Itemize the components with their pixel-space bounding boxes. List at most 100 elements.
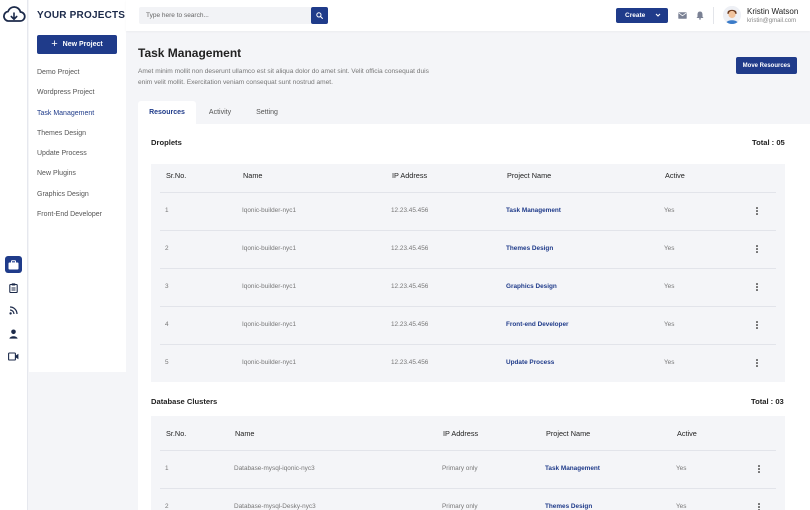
more-options-icon[interactable] [755,283,759,291]
row-project-link[interactable]: Front-end Developer [506,321,569,328]
row-divider [160,488,776,489]
more-options-icon[interactable] [755,245,759,253]
clipboard-icon[interactable] [5,279,22,296]
sidebar-item-update-process[interactable]: Update Process [37,150,87,157]
clusters-total: Total : 03 [751,397,784,406]
create-label: Create [625,12,646,19]
bell-icon[interactable] [695,10,705,20]
search-box [139,7,328,24]
row-project-link[interactable]: Update Process [506,359,554,366]
more-options-icon[interactable] [757,465,761,473]
row-ip: Primary only [442,503,478,510]
row-divider [160,230,776,231]
row-active: Yes [676,503,687,510]
sidebar-item-new-plugins[interactable]: New Plugins [37,170,76,177]
row-project-link[interactable]: Task Management [506,207,561,214]
row-srno: 5 [165,359,169,366]
row-name: Iqonic-builder-nyc1 [242,321,296,328]
avatar[interactable] [723,6,741,24]
rss-feed-icon[interactable] [5,302,22,319]
user-name[interactable]: Kristin Watson [747,7,798,16]
create-button[interactable]: Create [616,8,668,23]
cloud-download-icon[interactable] [2,5,26,25]
row-project-link[interactable]: Graphics Design [506,283,557,290]
new-project-label: New Project [62,41,103,48]
more-options-icon[interactable] [755,359,759,367]
sidebar-item-wordpress-project[interactable]: Wordpress Project [37,89,94,96]
row-active: Yes [676,465,687,472]
sidebar-item-demo-project[interactable]: Demo Project [37,69,79,76]
row-srno: 2 [165,245,169,252]
column-header-project-name: Project Name [546,429,591,438]
row-divider [160,344,776,345]
row-ip: 12.23.45.456 [391,207,429,214]
row-name: Iqonic-builder-nyc1 [242,359,296,366]
column-header-name: Name [243,171,263,180]
topbar-divider [713,7,714,24]
more-options-icon[interactable] [755,321,759,329]
tab-resources[interactable]: Resources [138,101,196,124]
move-resources-button[interactable]: Move Resources [736,57,797,74]
page-description: Amet minim mollit non deserunt ullamco e… [138,68,429,86]
row-name: Iqonic-builder-nyc1 [242,283,296,290]
row-active: Yes [664,321,675,328]
search-icon [316,12,323,19]
row-ip: Primary only [442,465,478,472]
column-header-active: Active [665,171,685,180]
user-email: kristin@gmail.com [747,18,797,24]
sidebar-item-front-end-developer[interactable]: Front-End Developer [37,211,102,218]
row-divider [160,268,776,269]
row-divider [160,192,776,193]
column-header-srno: Sr.No. [166,429,187,438]
sidebar-item-task-management[interactable]: Task Management [37,110,94,117]
column-header-active: Active [677,429,697,438]
row-srno: 2 [165,503,169,510]
column-header-ip-address: IP Address [392,171,428,180]
column-header-srno: Sr.No. [166,171,187,180]
briefcase-icon[interactable] [5,256,22,273]
row-project-link[interactable]: Themes Design [545,503,592,510]
clusters-title: Database Clusters [151,397,218,406]
project-sidebar: YOUR PROJECTS + New Project Demo Project… [29,0,126,372]
row-srno: 1 [165,465,169,472]
column-header-ip-address: IP Address [443,429,479,438]
user-icon[interactable] [5,325,22,342]
video-icon[interactable] [5,348,22,365]
row-active: Yes [664,245,675,252]
more-options-icon[interactable] [755,207,759,215]
sidebar-item-themes-design[interactable]: Themes Design [37,130,86,137]
search-input[interactable] [139,7,311,24]
row-name: Iqonic-builder-nyc1 [242,207,296,214]
column-header-name: Name [235,429,255,438]
tab-setting[interactable]: Setting [244,101,290,124]
row-ip: 12.23.45.456 [391,283,429,290]
icon-rail [0,0,28,510]
row-ip: 12.23.45.456 [391,321,429,328]
chevron-down-icon [655,13,661,17]
new-project-button[interactable]: + New Project [37,35,117,54]
row-active: Yes [664,207,675,214]
more-options-icon[interactable] [757,503,761,510]
row-name: Iqonic-builder-nyc1 [242,245,296,252]
top-bar: Create Kristin Watson kristin@gmail.com [126,0,810,31]
clusters-table: Sr.No. Name IP Address Project Name Acti… [151,416,785,510]
droplets-total: Total : 05 [752,138,785,147]
tab-activity[interactable]: Activity [196,101,244,124]
plus-icon: + [51,38,58,50]
row-srno: 1 [165,207,169,214]
row-name: Database-mysql-iqonic-nyc3 [234,465,315,472]
row-ip: 12.23.45.456 [391,359,429,366]
row-project-link[interactable]: Task Management [545,465,600,472]
row-divider [160,306,776,307]
mail-icon[interactable] [677,10,687,20]
sidebar-item-graphics-design[interactable]: Graphics Design [37,191,89,198]
row-project-link[interactable]: Themes Design [506,245,553,252]
row-active: Yes [664,359,675,366]
row-ip: 12.23.45.456 [391,245,429,252]
row-active: Yes [664,283,675,290]
page-title: Task Management [138,46,242,60]
column-header-project-name: Project Name [507,171,552,180]
search-button[interactable] [311,7,328,24]
row-srno: 4 [165,321,169,328]
sidebar-title: YOUR PROJECTS [37,10,126,21]
